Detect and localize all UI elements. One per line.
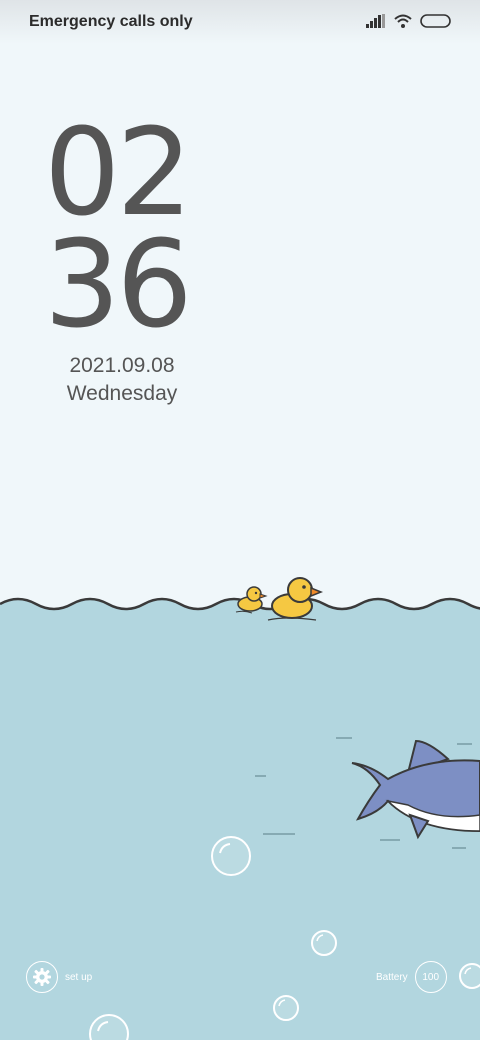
battery-level-circle: 100: [414, 961, 447, 993]
clock-minutes: 36: [44, 216, 193, 355]
bubble-icon: [273, 995, 299, 1021]
battery-label: Battery: [376, 971, 408, 983]
bubble-icon: [459, 963, 480, 989]
wifi-icon: [394, 14, 412, 33]
setup-label: set up: [65, 971, 93, 983]
status-bar: Emergency calls only: [0, 0, 480, 44]
signal-icon: [366, 14, 386, 33]
gear-icon[interactable]: [26, 961, 58, 993]
carrier-label: Emergency calls only: [29, 13, 193, 30]
date-block: 2021.09.08 Wednesday: [42, 352, 202, 408]
setup-button[interactable]: set up: [26, 961, 92, 993]
bubble-icon: [211, 836, 251, 876]
big-duck-icon: [267, 577, 324, 621]
clock-hours: 02: [44, 104, 193, 243]
date-text: 2021.09.08: [69, 354, 175, 377]
lock-clock: 02 36: [44, 104, 193, 355]
battery-widget[interactable]: Battery 100: [376, 961, 447, 993]
weekday-text: Wednesday: [66, 382, 178, 405]
battery-value: 100: [422, 971, 440, 983]
bubble-icon: [311, 930, 337, 956]
shark-icon: [351, 739, 480, 840]
status-icons: [366, 13, 452, 34]
battery-icon: [420, 13, 452, 34]
bubble-icon: [89, 1014, 129, 1040]
